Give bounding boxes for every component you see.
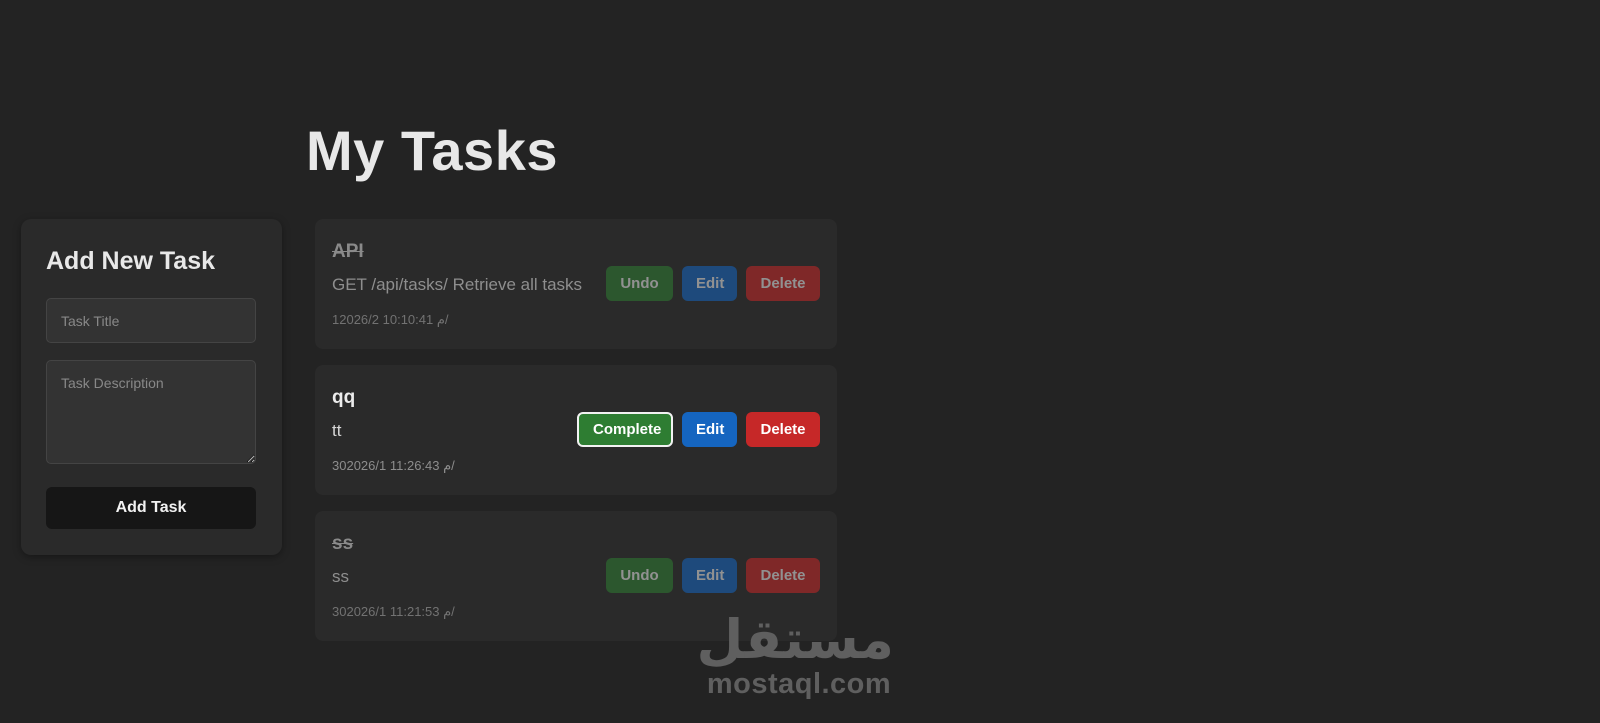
task-card: qq tt 30م 11:26:43 2026/1/ Complete Edit… [315, 365, 837, 495]
task-description-input[interactable] [46, 360, 256, 464]
complete-button[interactable]: Complete [577, 412, 673, 447]
edit-button[interactable]: Edit [682, 266, 737, 301]
task-description: tt [332, 421, 342, 440]
task-date: 30م 11:21:53 2026/1/ [332, 604, 455, 619]
task-title: ss [332, 533, 354, 554]
add-task-panel: Add New Task Add Task [21, 219, 282, 555]
task-actions: Undo Edit Delete [606, 266, 820, 301]
add-task-heading: Add New Task [46, 247, 216, 275]
edit-button[interactable]: Edit [682, 412, 737, 447]
task-actions: Complete Edit Delete [577, 412, 820, 447]
task-title: qq [332, 387, 356, 408]
edit-button[interactable]: Edit [682, 558, 737, 593]
task-description: ss [332, 567, 349, 586]
task-card: API GET /api/tasks/ Retrieve all tasks 1… [315, 219, 837, 349]
undo-button[interactable]: Undo [606, 266, 673, 301]
page-title: My Tasks [306, 119, 558, 182]
page: My Tasks Add New Task Add Task API GET /… [0, 0, 1600, 723]
task-actions: Undo Edit Delete [606, 558, 820, 593]
task-card: ss ss 30م 11:21:53 2026/1/ Undo Edit Del… [315, 511, 837, 641]
delete-button[interactable]: Delete [746, 412, 820, 447]
add-task-button[interactable]: Add Task [46, 487, 256, 529]
task-title: API [332, 241, 364, 262]
task-title-input[interactable] [46, 298, 256, 343]
undo-button[interactable]: Undo [606, 558, 673, 593]
delete-button[interactable]: Delete [746, 266, 820, 301]
watermark-latin-text: mostaql.com [706, 668, 892, 700]
task-description: GET /api/tasks/ Retrieve all tasks [332, 275, 583, 294]
task-date: 1م 10:10:41 2026/2/ [332, 312, 449, 327]
delete-button[interactable]: Delete [746, 558, 820, 593]
task-date: 30م 11:26:43 2026/1/ [332, 458, 455, 473]
